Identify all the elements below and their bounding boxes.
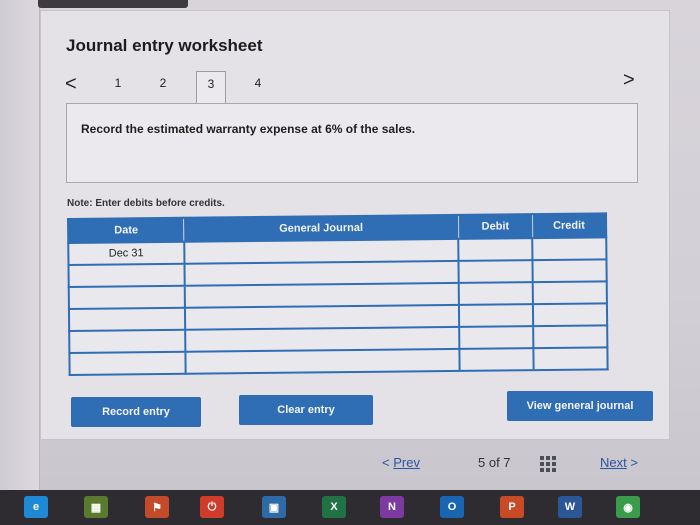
calculator-icon[interactable]: ▦ — [84, 496, 108, 518]
date-header: Date — [68, 217, 184, 243]
date-cell[interactable]: Dec 31 — [68, 241, 185, 265]
account-cell[interactable] — [183, 238, 459, 264]
grid-icon[interactable] — [540, 456, 556, 472]
record-entry-button[interactable]: Record entry — [71, 397, 201, 427]
debit-cell[interactable] — [458, 260, 533, 283]
next-label: Next — [600, 455, 627, 470]
left-edge-panel — [0, 0, 40, 490]
debit-header: Debit — [458, 214, 533, 239]
account-header: General Journal — [183, 214, 459, 242]
account-cell[interactable] — [184, 260, 460, 286]
journal-row — [69, 347, 608, 375]
media-icon[interactable]: ▣ — [262, 496, 286, 518]
credit-cell[interactable] — [532, 259, 607, 283]
chrome-icon[interactable]: ◉ — [616, 496, 640, 518]
date-cell[interactable] — [68, 285, 185, 309]
date-cell[interactable] — [68, 307, 185, 331]
credit-header: Credit — [532, 213, 607, 239]
store-icon[interactable]: ⚑ — [145, 496, 169, 518]
debit-cell[interactable] — [459, 348, 534, 371]
worksheet-panel: Journal entry worksheet < 1 2 3 4 > Reco… — [40, 10, 670, 440]
tab-4[interactable]: 4 — [243, 76, 273, 90]
chevron-right-icon: > — [630, 455, 638, 470]
debit-cell[interactable] — [459, 282, 534, 305]
excel-icon[interactable]: X — [322, 496, 346, 518]
credit-cell[interactable] — [533, 303, 608, 327]
chevron-left-icon: < — [382, 455, 390, 470]
credit-cell[interactable] — [532, 237, 607, 261]
account-cell[interactable] — [184, 282, 460, 308]
account-cell[interactable] — [184, 326, 460, 352]
date-cell[interactable] — [68, 263, 185, 287]
powerpoint-icon[interactable]: P — [500, 496, 524, 518]
prev-link[interactable]: < Prev — [382, 455, 420, 470]
onenote-icon[interactable]: N — [380, 496, 404, 518]
instruction-text: Record the estimated warranty expense at… — [81, 122, 416, 136]
tab-strip: < 1 2 3 4 > — [63, 69, 643, 107]
clear-entry-button[interactable]: Clear entry — [239, 395, 373, 425]
outlook-icon[interactable]: O — [440, 496, 464, 518]
credit-cell[interactable] — [533, 325, 608, 349]
prev-label: Prev — [393, 455, 420, 470]
instruction-box: Record the estimated warranty expense at… — [66, 103, 638, 183]
edge-icon[interactable]: e — [24, 496, 48, 518]
page-counter: 5 of 7 — [478, 455, 511, 470]
next-link[interactable]: Next > — [600, 455, 638, 470]
date-cell[interactable] — [69, 329, 185, 353]
journal-table: Date General Journal Debit Credit Dec 31 — [67, 212, 609, 376]
account-cell[interactable] — [184, 304, 460, 330]
word-icon[interactable]: W — [558, 496, 582, 518]
page-title: Journal entry worksheet — [66, 36, 263, 55]
tab-2[interactable]: 2 — [148, 76, 178, 90]
power-icon[interactable]: ⏻ — [200, 496, 224, 518]
top-edge-bar — [38, 0, 188, 8]
tab-1[interactable]: 1 — [103, 76, 133, 90]
view-general-journal-button[interactable]: View general journal — [507, 391, 653, 421]
date-cell[interactable] — [69, 351, 186, 375]
debit-cell[interactable] — [459, 326, 534, 349]
credit-cell[interactable] — [533, 347, 608, 371]
taskbar: e ▦ ⚑ ⏻ ▣ X N O P W ◉ — [0, 490, 700, 525]
tab-3[interactable]: 3 — [196, 71, 226, 107]
debit-cell[interactable] — [459, 304, 534, 327]
credit-cell[interactable] — [532, 281, 607, 305]
account-cell[interactable] — [184, 348, 461, 374]
debit-cell[interactable] — [458, 238, 533, 261]
tab-prev-arrow-icon[interactable]: < — [65, 73, 77, 96]
note-text: Note: Enter debits before credits. — [67, 198, 225, 209]
tab-next-arrow-icon[interactable]: > — [623, 69, 635, 92]
